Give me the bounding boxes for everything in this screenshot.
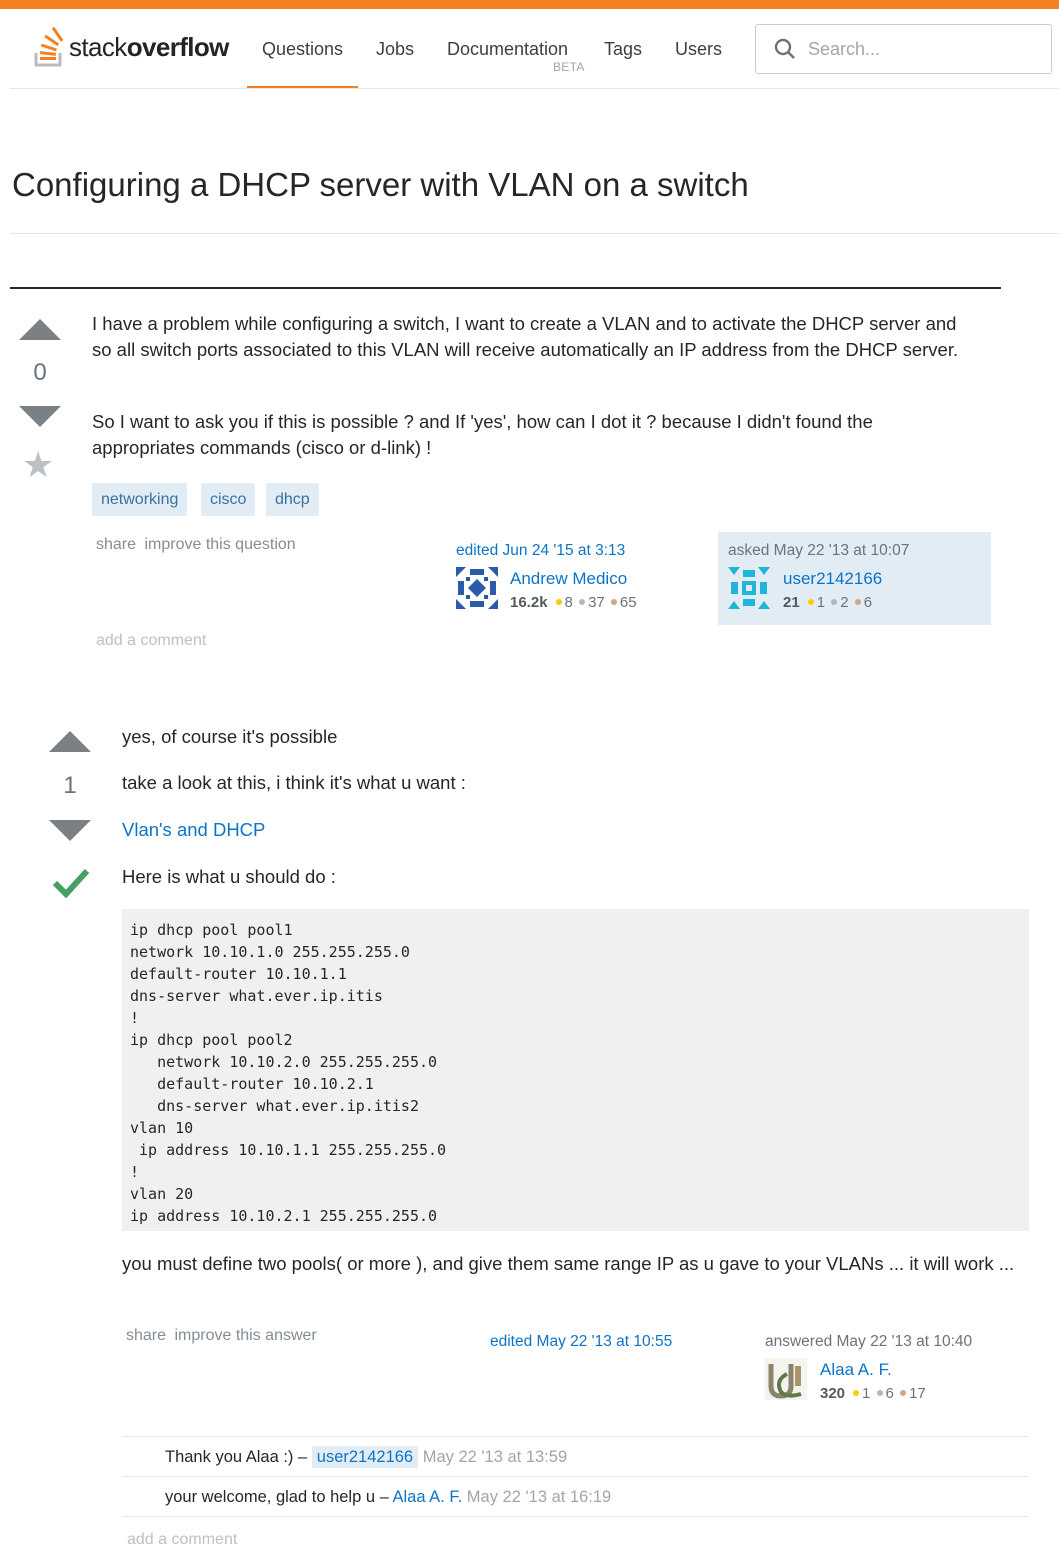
- question-add-comment-link[interactable]: add a comment: [96, 632, 206, 650]
- search-placeholder: Search...: [808, 38, 881, 59]
- site-logo[interactable]: stackoverflow: [32, 27, 229, 67]
- question-edited-time[interactable]: edited Jun 24 '15 at 3:13: [456, 542, 625, 560]
- question-asked-time: asked May 22 '13 at 10:07: [728, 542, 910, 559]
- favorite-star-icon[interactable]: ★: [22, 447, 54, 483]
- vlans-dhcp-link[interactable]: Vlan's and DHCP: [122, 817, 265, 843]
- editor-bronze-badges: 65: [619, 594, 637, 611]
- owner-avatar[interactable]: [728, 567, 770, 609]
- documentation-beta-badge: BETA: [553, 60, 585, 74]
- answer-post-menu: share improve this answer: [126, 1327, 321, 1345]
- comment-item: Thank you Alaa :) – user2142166 May 22 '…: [122, 1437, 1029, 1477]
- code-block: ip dhcp pool pool1 network 10.10.1.0 255…: [122, 909, 1029, 1231]
- answer-vote-count: 1: [63, 772, 77, 799]
- improve-question-link[interactable]: improve this question: [144, 536, 295, 553]
- logo-suffix: overflow: [126, 31, 230, 62]
- improve-answer-link[interactable]: improve this answer: [174, 1327, 316, 1344]
- gold-badge-icon: [555, 599, 562, 606]
- answerer-name[interactable]: Alaa A. F.: [820, 1360, 892, 1380]
- answer-outro: you must define two pools( or more ), an…: [122, 1253, 1015, 1274]
- editor-avatar[interactable]: [456, 567, 498, 609]
- tag-cisco[interactable]: cisco: [201, 483, 256, 516]
- bronze-badge-icon: [610, 599, 617, 606]
- logo-prefix: stack: [69, 31, 127, 62]
- answer-add-comment-link[interactable]: add a comment: [127, 1531, 237, 1546]
- owner-reputation: 21 1 2 6: [783, 594, 872, 611]
- silver-badge-icon: [831, 599, 838, 606]
- tag-dhcp[interactable]: dhcp: [266, 483, 319, 516]
- comment-user[interactable]: Alaa A. F.: [392, 1488, 462, 1506]
- nav-documentation[interactable]: Documentation: [447, 39, 568, 60]
- answer-answered-time: answered May 22 '13 at 10:40: [765, 1333, 973, 1350]
- question-downvote-icon[interactable]: [19, 406, 61, 427]
- answer-line-1: yes, of course it's possible: [122, 726, 338, 747]
- answerer-reputation: 320 1 6 17: [820, 1385, 926, 1402]
- editor-gold-badges: 8: [564, 594, 573, 611]
- answer-downvote-icon[interactable]: [49, 820, 91, 841]
- answer-comments: Thank you Alaa :) – user2142166 May 22 '…: [122, 1436, 1029, 1517]
- nav-users[interactable]: Users: [675, 39, 722, 60]
- silver-badge-icon: [579, 599, 586, 606]
- share-question-link[interactable]: share: [96, 536, 136, 553]
- share-answer-link[interactable]: share: [126, 1327, 166, 1344]
- top-navigation: stackoverflow Questions Jobs Documentati…: [10, 9, 1059, 89]
- editor-rep-score: 16.2k: [510, 594, 548, 611]
- owner-name[interactable]: user2142166: [783, 569, 882, 589]
- comment-user[interactable]: user2142166: [311, 1446, 419, 1468]
- answerer-gold-badges: 1: [862, 1385, 871, 1402]
- editor-name[interactable]: Andrew Medico: [510, 569, 627, 589]
- question-paragraph-1: I have a problem while configuring a swi…: [92, 313, 959, 360]
- answerer-silver-badges: 6: [885, 1385, 894, 1402]
- comment-date[interactable]: May 22 '13 at 13:59: [423, 1448, 567, 1466]
- comment-text: your welcome, glad to help u –: [165, 1488, 393, 1506]
- question-vote-count: 0: [33, 359, 47, 386]
- question-post-menu: share improve this question: [96, 536, 300, 554]
- question-upvote-icon[interactable]: [19, 319, 61, 340]
- editor-reputation: 16.2k 8 37 65: [510, 594, 637, 611]
- search-icon: [774, 38, 795, 59]
- question-paragraph-2: So I want to ask you if this is possible…: [92, 411, 873, 458]
- answerer-avatar[interactable]: [765, 1358, 807, 1400]
- silver-badge-icon: [876, 1390, 883, 1397]
- answerer-bronze-badges: 17: [909, 1385, 926, 1402]
- gold-badge-icon: [853, 1390, 860, 1397]
- owner-gold-badges: 1: [816, 594, 826, 611]
- owner-rep-score: 21: [783, 594, 800, 611]
- accepted-check-icon: [52, 868, 90, 899]
- answerer-rep-score: 320: [820, 1385, 846, 1402]
- answer-line-2: take a look at this, i think it's what u…: [122, 772, 466, 793]
- question-title[interactable]: Configuring a DHCP server with VLAN on a…: [12, 166, 749, 204]
- stackoverflow-logo-icon: [34, 27, 64, 67]
- comment-text: Thank you Alaa :) –: [165, 1448, 312, 1466]
- owner-silver-badges: 2: [840, 594, 849, 611]
- title-divider: [10, 233, 1059, 234]
- answer-upvote-icon[interactable]: [49, 731, 91, 752]
- nav-tags[interactable]: Tags: [604, 39, 642, 60]
- bronze-badge-icon: [854, 599, 861, 606]
- comment-item: your welcome, glad to help u – Alaa A. F…: [122, 1477, 1029, 1517]
- question-divider: [10, 287, 1001, 289]
- nav-questions[interactable]: Questions: [246, 39, 359, 88]
- search-input[interactable]: Search...: [755, 24, 1052, 74]
- bronze-badge-icon: [900, 1390, 907, 1397]
- answer-intro: Here is what u should do :: [122, 866, 336, 887]
- editor-silver-badges: 37: [588, 594, 605, 611]
- nav-jobs[interactable]: Jobs: [376, 39, 414, 60]
- top-accent-bar: [0, 0, 1059, 9]
- gold-badge-icon: [807, 599, 814, 606]
- answer-edited-time[interactable]: edited May 22 '13 at 10:55: [490, 1333, 672, 1351]
- comment-date[interactable]: May 22 '13 at 16:19: [467, 1488, 611, 1506]
- owner-bronze-badges: 6: [863, 594, 873, 611]
- tag-networking[interactable]: networking: [92, 483, 188, 516]
